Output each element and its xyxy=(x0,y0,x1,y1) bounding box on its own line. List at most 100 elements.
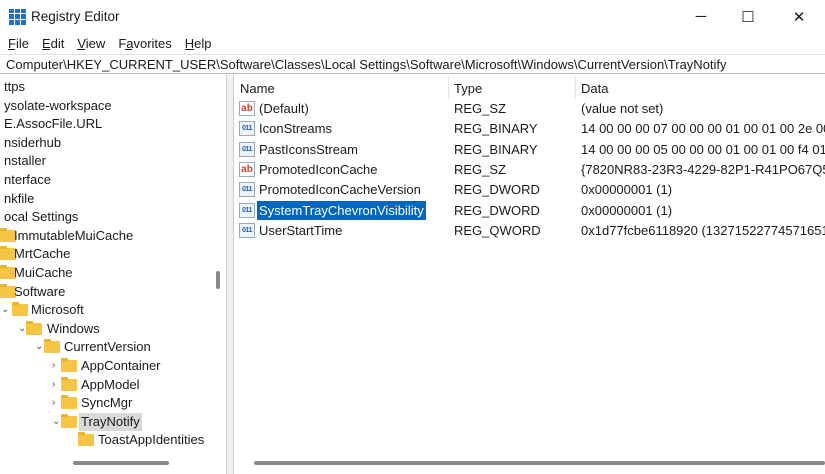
tree-item[interactable]: nsiderhub xyxy=(0,134,213,152)
access-key-underline xyxy=(8,48,15,50)
binary-value-icon: 011 xyxy=(239,182,255,198)
column-header-name[interactable]: Name xyxy=(240,81,275,97)
tree-item[interactable]: MuiCache xyxy=(0,264,213,282)
tree-item-label: MuiCache xyxy=(14,265,73,280)
menu-favorites[interactable]: Favorites xyxy=(118,36,171,51)
value-data: {7820NR83-23R3-4229-82P1-R41PO67Q5O9 xyxy=(581,161,825,177)
value-data: 14 00 00 00 05 00 00 00 01 00 01 00 f4 0… xyxy=(581,141,825,157)
tree-item-label: CurrentVersion xyxy=(64,339,151,355)
binary-value-icon: 011 xyxy=(239,121,255,137)
registry-editor-icon xyxy=(9,8,26,25)
access-key-underline xyxy=(77,48,86,50)
chevron-down-icon[interactable]: ⌄ xyxy=(1,301,9,319)
tree-item-label: AppContainer xyxy=(81,358,161,373)
tree-item[interactable]: ToastAppIdentities xyxy=(0,431,213,449)
tree-item-label: ttps xyxy=(4,79,25,94)
value-row[interactable]: 011 SystemTrayChevronVisibility REG_DWORD 0… xyxy=(234,199,825,221)
value-name: UserStartTime xyxy=(259,222,343,238)
value-name: PromotedIconCacheVersion xyxy=(259,182,421,198)
tree-item-label: SyncMgr xyxy=(81,395,133,411)
value-name: (Default) xyxy=(259,101,309,116)
value-data: 0x1d77fcbe6118920 (132715227745716512 xyxy=(581,222,825,238)
list-horizontal-scrollbar[interactable] xyxy=(234,456,825,468)
column-header-data[interactable]: Data xyxy=(581,81,608,97)
menu-view[interactable]: View xyxy=(77,36,105,51)
tree-item[interactable]: › AppModel xyxy=(0,376,213,394)
tree-item[interactable]: ImmutableMuiCache xyxy=(0,227,213,245)
values-list: Name Type Data ab (Default) REG_SZ (value n… xyxy=(234,75,825,474)
minimize-button[interactable]: ─ xyxy=(678,0,724,33)
tree-item[interactable]: › SyncMgr xyxy=(0,394,213,412)
window-title: Registry Editor xyxy=(31,9,120,24)
tree-item[interactable]: nterface xyxy=(0,171,213,189)
folder-icon xyxy=(12,302,28,317)
tree-item[interactable]: ⌄ CurrentVersion xyxy=(0,338,213,356)
value-row[interactable]: 011 PromotedIconCacheVersion REG_DWORD 0x00… xyxy=(234,180,825,199)
value-type: REG_BINARY xyxy=(454,121,538,137)
chevron-right-icon[interactable]: › xyxy=(52,357,55,375)
scrollbar-thumb[interactable] xyxy=(73,461,169,465)
value-row[interactable]: ab (Default) REG_SZ (value not set) xyxy=(234,99,825,118)
close-button[interactable]: ✕ xyxy=(776,0,822,33)
value-name: PromotedIconCache xyxy=(259,161,378,177)
value-name: SystemTrayChevronVisibility xyxy=(256,199,427,221)
tree-vertical-scrollbar[interactable] xyxy=(213,75,223,461)
tree-item-label: AppModel xyxy=(81,376,140,392)
scrollbar-thumb[interactable] xyxy=(254,461,825,465)
folder-icon xyxy=(44,339,60,354)
menu-edit[interactable]: Edit xyxy=(41,36,64,51)
column-header-type[interactable]: Type xyxy=(454,81,482,97)
value-data: 14 00 00 00 07 00 00 00 01 00 01 00 2e 0… xyxy=(581,121,825,137)
value-data: (value not set) xyxy=(581,101,664,116)
tree-item-label: ocal Settings xyxy=(4,209,79,225)
value-row[interactable]: 011 UserStartTime REG_QWORD 0x1d77fcbe61189… xyxy=(234,221,825,240)
tree-item[interactable]: nstaller xyxy=(0,152,213,170)
chevron-right-icon[interactable]: › xyxy=(52,394,55,412)
value-row[interactable]: ab PromotedIconCache REG_SZ {7820NR83-23R3-… xyxy=(234,160,825,179)
access-key-underline xyxy=(41,48,50,50)
column-divider[interactable] xyxy=(448,77,449,99)
tree-item[interactable]: ttps xyxy=(0,78,213,96)
pane-splitter[interactable] xyxy=(227,75,234,474)
tree-item[interactable]: E.AssocFile.URL xyxy=(0,115,213,133)
value-row[interactable]: 011 PastIconsStream REG_BINARY 14 00 00 00 … xyxy=(234,140,825,159)
tree-item[interactable]: nkfile xyxy=(0,190,213,208)
tree-item-label: nkfile xyxy=(4,190,35,206)
binary-value-icon: 011 xyxy=(239,202,255,218)
menu-help[interactable]: Help xyxy=(184,36,212,51)
folder-icon xyxy=(61,358,77,372)
menu-file[interactable]: File xyxy=(8,36,29,51)
value-type: REG_DWORD xyxy=(454,202,540,218)
tree-item[interactable]: ocal Settings xyxy=(0,208,213,226)
menu-bar: File Edit View Favorites Help xyxy=(0,33,825,53)
tree-item[interactable]: MrtCache xyxy=(0,245,213,263)
chevron-right-icon[interactable]: › xyxy=(52,376,55,394)
tree-item[interactable]: Software xyxy=(0,283,213,301)
maximize-button[interactable]: ☐ xyxy=(725,0,771,33)
title-bar: Registry Editor ─ ☐ ✕ xyxy=(0,0,825,33)
column-divider[interactable] xyxy=(575,77,576,99)
tree-item-label: Windows xyxy=(47,320,100,336)
access-key-underline xyxy=(184,48,194,50)
tree-item-label: ToastAppIdentities xyxy=(98,432,205,448)
address-bar[interactable]: Computer\HKEY_CURRENT_USER\Software\Clas… xyxy=(0,54,825,74)
chevron-down-icon[interactable]: ⌄ xyxy=(52,413,60,431)
tree-item-label: nterface xyxy=(4,172,51,187)
tree-item-label: nsiderhub xyxy=(4,134,62,150)
value-row[interactable]: 011 IconStreams REG_BINARY 14 00 00 00 07 0… xyxy=(234,119,825,138)
tree-item[interactable]: › AppContainer xyxy=(0,357,213,375)
binary-value-icon: 011 xyxy=(239,222,255,238)
tree-item[interactable]: ⌄ Windows xyxy=(0,320,213,338)
tree-horizontal-scrollbar[interactable] xyxy=(0,456,213,468)
scrollbar-thumb[interactable] xyxy=(216,271,220,289)
tree-item-label: nstaller xyxy=(4,153,46,169)
tree-item-label: TrayNotify xyxy=(79,412,142,431)
tree-item[interactable]: ⌄ TrayNotify xyxy=(0,412,213,431)
folder-icon xyxy=(78,432,94,447)
value-type: REG_SZ xyxy=(454,101,507,116)
chevron-down-icon[interactable]: ⌄ xyxy=(35,338,43,356)
tree-item-label: MrtCache xyxy=(14,246,71,262)
tree-item[interactable]: ysolate-workspace xyxy=(0,97,213,115)
tree-item[interactable]: ⌄ Microsoft xyxy=(0,301,213,319)
tree-item-label: Microsoft xyxy=(31,302,84,318)
